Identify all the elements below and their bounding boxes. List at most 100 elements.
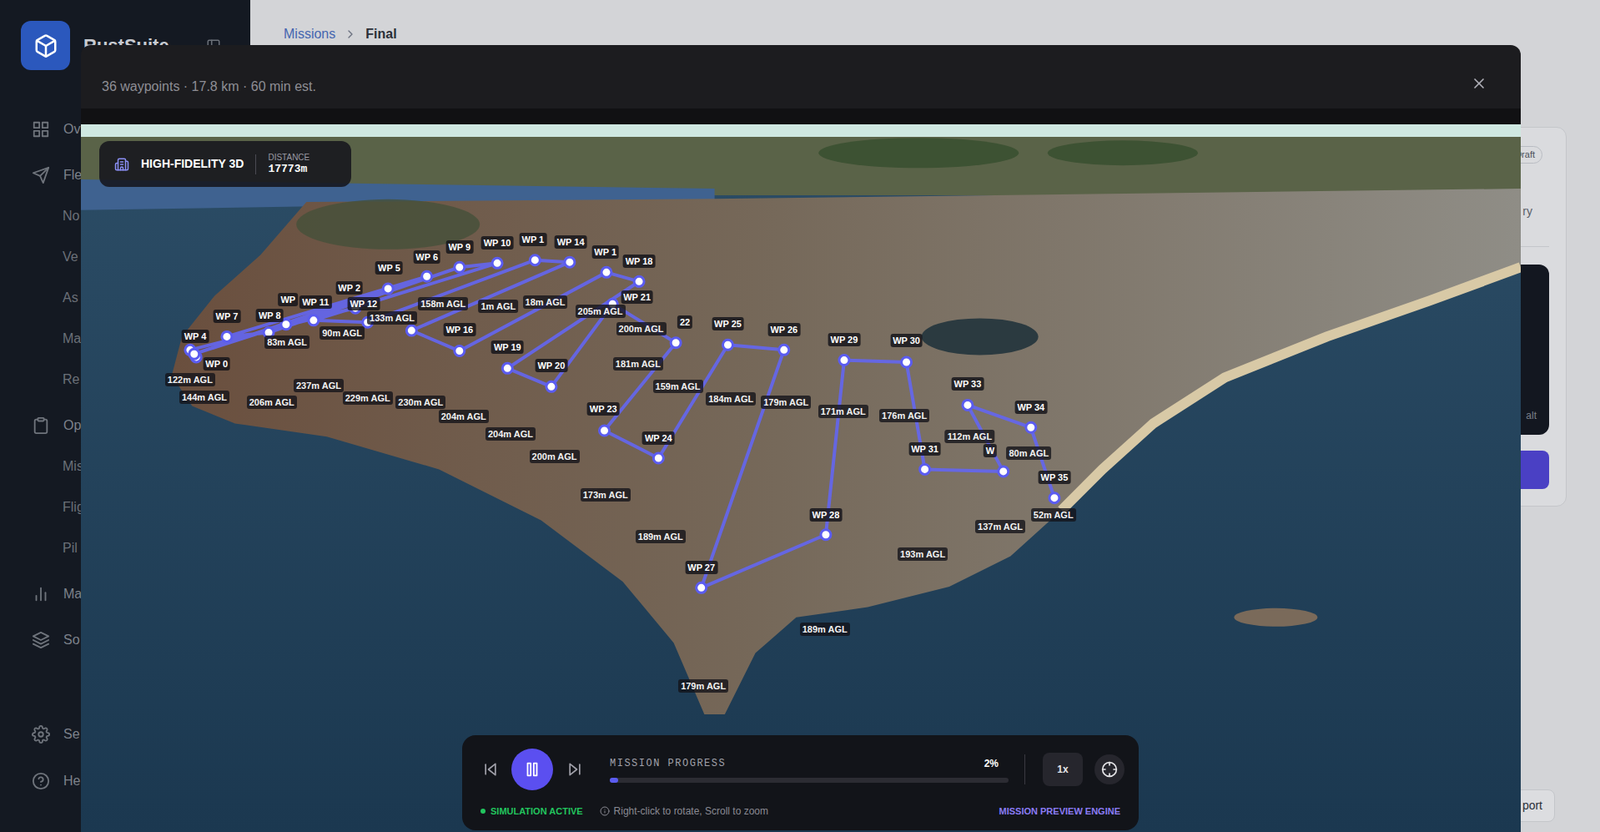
waypoint-marker[interactable] bbox=[696, 582, 707, 593]
waypoint-label: WP 28 bbox=[810, 508, 843, 522]
altitude-label: 200m AGL bbox=[616, 322, 667, 336]
skip-back-icon[interactable] bbox=[480, 760, 501, 778]
waypoint-marker[interactable] bbox=[382, 283, 393, 294]
waypoint-label: WP 30 bbox=[890, 333, 923, 348]
waypoint-label: WP 10 bbox=[481, 236, 514, 250]
waypoint-marker[interactable] bbox=[406, 325, 417, 336]
waypoint-label: WP 21 bbox=[620, 290, 654, 304]
play-pause-button[interactable] bbox=[511, 748, 554, 790]
waypoint-label: WP 33 bbox=[951, 377, 985, 391]
waypoint-label: WP 31 bbox=[908, 442, 941, 456]
waypoint-marker[interactable] bbox=[670, 337, 681, 348]
mission-preview-modal: 36 waypoints · 17.8 km · 60 min est. 122m… bbox=[80, 45, 1521, 832]
breadcrumb-item[interactable]: Missions bbox=[283, 25, 336, 44]
waypoint-marker[interactable] bbox=[601, 266, 612, 277]
waypoint-label: WP 5 bbox=[375, 261, 403, 275]
pause-icon bbox=[523, 759, 542, 779]
waypoint-label: WP 18 bbox=[623, 254, 656, 268]
waypoint-label: WP 35 bbox=[1038, 470, 1072, 484]
waypoint-label: WP 1 bbox=[591, 245, 619, 259]
waypoint-marker[interactable] bbox=[920, 463, 931, 474]
crosshair-icon bbox=[1101, 760, 1118, 778]
waypoint-marker[interactable] bbox=[820, 529, 831, 540]
logo bbox=[20, 20, 71, 71]
skip-forward-icon[interactable] bbox=[564, 760, 585, 778]
waypoint-marker[interactable] bbox=[492, 257, 503, 268]
altitude-label: 205m AGL bbox=[575, 304, 626, 318]
waypoint-label: WP bbox=[277, 292, 298, 307]
altitude-label: 189m AGL bbox=[635, 529, 686, 544]
waypoint-marker[interactable] bbox=[839, 355, 850, 366]
waypoint-marker[interactable] bbox=[422, 271, 433, 282]
altitude-label: 52m AGL bbox=[1031, 508, 1077, 522]
altitude-label: 137m AGL bbox=[975, 519, 1026, 534]
waypoint-marker[interactable] bbox=[546, 381, 557, 392]
altitude-label: 171m AGL bbox=[818, 404, 869, 418]
altitude-label: 181m AGL bbox=[613, 357, 664, 371]
map-view[interactable]: 122m AGL144m AGL83m AGL90m AGL133m AGL15… bbox=[80, 124, 1521, 832]
waypoint-label: W bbox=[983, 443, 997, 458]
progress-fill bbox=[609, 777, 619, 783]
speed-button[interactable]: 1x bbox=[1042, 752, 1083, 786]
altitude-label: 193m AGL bbox=[897, 547, 948, 561]
altitude-label: 200m AGL bbox=[529, 449, 580, 463]
altitude-label: 159m AGL bbox=[653, 379, 704, 393]
waypoint-label: WP 9 bbox=[445, 240, 473, 254]
altitude-label: 112m AGL bbox=[945, 429, 995, 443]
waypoint-label: WP 25 bbox=[711, 316, 745, 331]
waypoint-marker[interactable] bbox=[633, 276, 645, 287]
waypoint-marker[interactable] bbox=[454, 346, 465, 357]
waypoint-label: WP 26 bbox=[767, 322, 800, 337]
waypoint-marker[interactable] bbox=[221, 331, 232, 342]
help-icon bbox=[31, 771, 51, 790]
building-icon bbox=[114, 156, 130, 172]
waypoint-marker[interactable] bbox=[901, 357, 912, 368]
waypoint-marker[interactable] bbox=[1049, 493, 1060, 504]
waypoint-marker[interactable] bbox=[779, 344, 790, 355]
waypoint-label: WP 16 bbox=[442, 322, 476, 337]
waypoint-marker[interactable] bbox=[502, 362, 513, 373]
waypoint-label: WP 19 bbox=[491, 340, 524, 354]
waypoint-label: WP 24 bbox=[642, 431, 675, 445]
chevron-icon bbox=[343, 27, 358, 41]
waypoint-marker[interactable] bbox=[454, 261, 465, 272]
altitude-label: 173m AGL bbox=[580, 488, 631, 502]
waypoint-marker[interactable] bbox=[998, 466, 1009, 477]
control-hint: Right-click to rotate, Scroll to zoom bbox=[599, 803, 769, 819]
waypoint-marker[interactable] bbox=[653, 452, 664, 463]
altitude-label: 229m AGL bbox=[342, 391, 393, 405]
waypoint-marker[interactable] bbox=[1026, 422, 1037, 433]
altitude-label: 179m AGL bbox=[678, 679, 729, 693]
altitude-label: 18m AGL bbox=[523, 295, 569, 309]
altitude-label: 122m AGL bbox=[165, 372, 216, 387]
simulation-status: SIMULATION ACTIVE bbox=[480, 804, 584, 819]
progress-track[interactable] bbox=[609, 777, 1009, 783]
waypoint-label: 22 bbox=[677, 315, 693, 329]
layers-icon bbox=[31, 630, 51, 650]
waypoint-label: WP 27 bbox=[684, 560, 718, 574]
modal-subtitle: 36 waypoints · 17.8 km · 60 min est. bbox=[101, 78, 317, 96]
altitude-label: 83m AGL bbox=[264, 335, 310, 349]
waypoint-marker[interactable] bbox=[599, 425, 610, 436]
waypoint-label: WP 8 bbox=[256, 308, 284, 323]
app: RustSuiteOvFleNoVeAsMaReOpMisFligPilMaSo… bbox=[0, 0, 1600, 832]
breadcrumb-item: Final bbox=[365, 25, 397, 44]
waypoint-marker[interactable] bbox=[962, 399, 973, 410]
altitude-label: 179m AGL bbox=[760, 395, 811, 409]
close-icon[interactable] bbox=[1470, 75, 1488, 92]
waypoint-label: WP 23 bbox=[587, 402, 620, 416]
waypoint-marker[interactable] bbox=[308, 315, 319, 326]
waypoint-label: WP 4 bbox=[181, 329, 210, 343]
waypoint-marker[interactable] bbox=[564, 256, 575, 267]
clipboard-icon bbox=[31, 416, 51, 435]
waypoint-marker[interactable] bbox=[529, 255, 540, 266]
modal-header: 36 waypoints · 17.8 km · 60 min est. bbox=[80, 45, 1521, 109]
altitude-label: 1m AGL bbox=[477, 299, 519, 313]
gear-icon bbox=[31, 724, 51, 744]
altitude-label: 133m AGL bbox=[367, 311, 418, 325]
altitude-label: 80m AGL bbox=[1006, 446, 1052, 460]
waypoint-marker[interactable] bbox=[723, 339, 734, 350]
recenter-button[interactable] bbox=[1094, 754, 1125, 785]
waypoint-label: WP 14 bbox=[554, 235, 588, 249]
waypoint-marker[interactable] bbox=[189, 348, 200, 359]
